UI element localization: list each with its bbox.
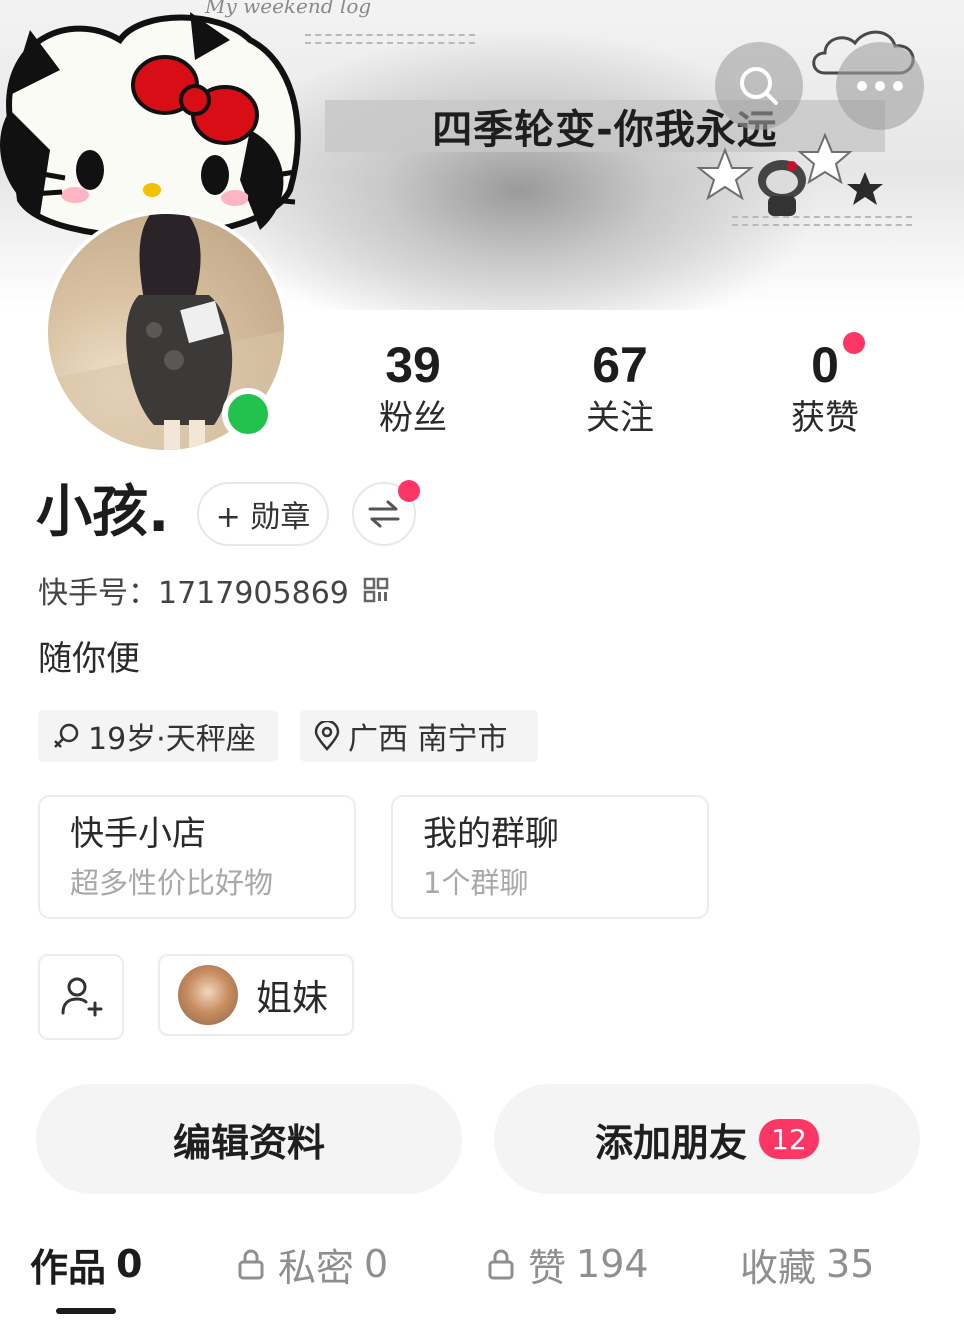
lock-icon xyxy=(488,1249,514,1280)
small-kitty-image xyxy=(758,160,806,216)
profile-bio: 随你便 xyxy=(38,639,140,679)
medal-button[interactable]: + 勋章 xyxy=(197,482,329,546)
stat-likes[interactable]: 0 获赞 xyxy=(750,336,900,440)
shop-card[interactable]: 快手小店 超多性价比好物 xyxy=(38,795,356,919)
shop-card-title: 快手小店 xyxy=(70,814,206,854)
qr-code-icon[interactable] xyxy=(363,574,389,614)
tab-private-label: 私密 xyxy=(278,1245,355,1290)
more-icon xyxy=(857,81,903,91)
tab-works-label: 作品 xyxy=(30,1245,107,1290)
shop-card-subtitle: 超多性价比好物 xyxy=(70,866,274,900)
tab-favorites[interactable]: 收藏 35 xyxy=(740,1236,874,1292)
id-value: 1717905869 xyxy=(158,576,349,611)
add-friend-badge: 12 xyxy=(759,1119,819,1159)
tab-private-count: 0 xyxy=(364,1242,389,1286)
fans-count: 39 xyxy=(385,337,441,393)
fans-label: 粉丝 xyxy=(379,398,447,438)
stat-fans[interactable]: 39 粉丝 xyxy=(338,336,488,440)
location-tag-text: 广西 南宁市 xyxy=(348,722,508,757)
search-button[interactable] xyxy=(715,42,803,130)
add-friend-icon-button[interactable] xyxy=(38,954,124,1040)
tab-private[interactable]: 私密 0 xyxy=(236,1236,388,1292)
age-tag-text: 19岁·天秤座 xyxy=(88,722,256,757)
likes-notification-dot xyxy=(843,332,865,354)
add-user-icon xyxy=(61,977,103,1017)
stat-following[interactable]: 67 关注 xyxy=(545,336,695,440)
sister-label: 姐妹 xyxy=(256,978,329,1019)
tab-likes[interactable]: 赞 194 xyxy=(486,1236,649,1292)
search-icon xyxy=(740,67,778,105)
add-friend-button[interactable]: 添加朋友 12 xyxy=(494,1084,920,1194)
location-pin-icon xyxy=(314,721,340,751)
likes-count: 0 xyxy=(811,337,839,393)
tab-works[interactable]: 作品 0 xyxy=(30,1236,142,1292)
group-chat-card[interactable]: 我的群聊 1个群聊 xyxy=(391,795,709,919)
tab-likes-count: 194 xyxy=(576,1242,649,1286)
username: 小孩. xyxy=(36,480,170,545)
add-friend-label: 添加朋友 xyxy=(594,1120,747,1165)
id-label: 快手号： xyxy=(38,576,158,611)
tab-works-count: 0 xyxy=(116,1242,143,1286)
more-button[interactable] xyxy=(836,42,924,130)
location-tag: 广西 南宁市 xyxy=(300,710,538,762)
active-tab-indicator xyxy=(56,1308,116,1314)
sister-avatar xyxy=(178,965,238,1025)
edit-profile-label: 编辑资料 xyxy=(172,1120,325,1165)
group-card-subtitle: 1个群聊 xyxy=(423,866,529,900)
tab-favorites-label: 收藏 xyxy=(740,1245,817,1290)
sister-relation-chip[interactable]: 姐妹 xyxy=(158,954,354,1036)
gender-icon xyxy=(54,723,79,748)
swap-icon xyxy=(368,500,400,528)
tab-likes-label: 赞 xyxy=(528,1245,567,1290)
edit-profile-button[interactable]: 编辑资料 xyxy=(36,1084,462,1194)
online-status-indicator xyxy=(222,388,274,440)
likes-label: 获赞 xyxy=(791,398,859,438)
tab-favorites-count: 35 xyxy=(826,1242,875,1286)
lock-icon xyxy=(238,1249,264,1280)
group-card-title: 我的群聊 xyxy=(423,814,559,854)
following-label: 关注 xyxy=(586,398,654,438)
banner-decoration xyxy=(305,34,475,44)
switch-notification-dot xyxy=(398,480,420,502)
following-count: 67 xyxy=(592,337,648,393)
age-tag: 19岁·天秤座 xyxy=(38,710,278,762)
kuaishou-id[interactable]: 快手号： 1717905869 xyxy=(38,574,389,614)
